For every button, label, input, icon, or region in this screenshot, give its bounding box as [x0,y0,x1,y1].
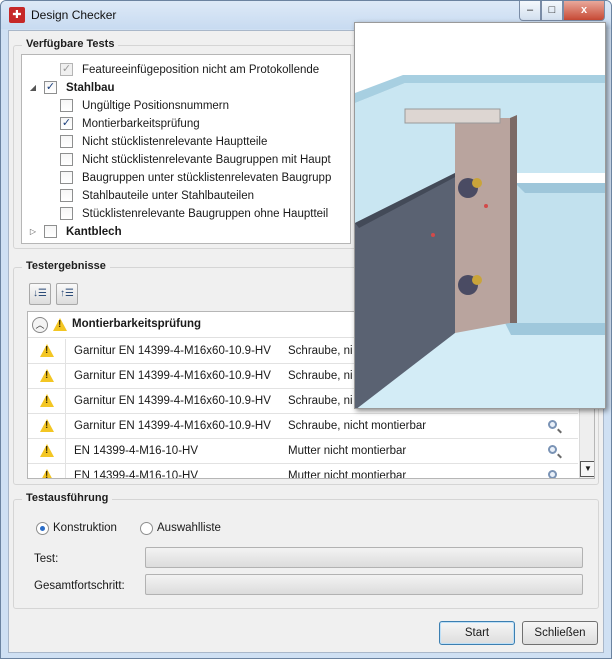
construction-radio[interactable] [36,522,49,535]
warning-icon [40,344,54,357]
3d-preview[interactable] [354,22,606,409]
tree-item-label: Ungültige Positionsnummern [82,100,230,112]
tree-checkbox[interactable] [60,135,73,148]
sort-ascending-button[interactable]: ↑☰ [56,283,78,305]
tree-checkbox[interactable]: ✓ [60,63,73,76]
selection-list-radio[interactable] [140,522,153,535]
tree-item-mountability-check[interactable]: ✓ Montierbarkeitsprüfung [22,115,342,133]
tree-item-non-bom-main-parts[interactable]: Nicht stücklistenrelevante Hauptteile [22,133,342,151]
construction-radio-label[interactable]: Konstruktion [53,522,117,534]
part-cell: Garnitur EN 14399-4-M16x60-10.9-HV [74,345,271,357]
warning-icon [40,444,54,457]
tree-item-bom-assemblies-without-main[interactable]: Stücklistenrelevante Baugruppen ohne Hau… [22,205,342,223]
row-icon-cell [28,439,66,463]
table-row[interactable]: EN 14399-4-M16-10-HV Mutter nicht montie… [28,439,578,464]
part-cell: Garnitur EN 14399-4-M16x60-10.9-HV [74,370,271,382]
tree-item-invalid-position-numbers[interactable]: Ungültige Positionsnummern [22,97,342,115]
warning-icon [40,394,54,407]
results-group-title: Montierbarkeitsprüfung [72,318,202,330]
tree-checkbox[interactable] [60,189,73,202]
total-progress-bar [145,574,583,595]
tree-item-kantblech[interactable]: ▷ Kantblech [22,223,342,241]
magnifier-icon[interactable] [548,445,557,454]
window-title: Design Checker [31,8,117,22]
expanded-arrow-icon[interactable]: ◢ [28,79,38,97]
tree-checkbox[interactable] [60,171,73,184]
design-checker-window: ✚ Design Checker – □ x Verfügbare Tests … [0,0,612,659]
row-icon-cell [28,339,66,363]
tree-checkbox[interactable]: ✓ [60,117,73,130]
maximize-button[interactable]: □ [541,1,563,21]
tree-item-label: Nicht stücklistenrelevante Hauptteile [82,136,268,148]
magnifier-icon[interactable] [548,470,557,478]
tree-item-label: Stahlbau [66,82,115,94]
message-cell: Mutter nicht montierbar [288,445,407,457]
zoom-cell[interactable] [540,414,570,438]
warning-icon [40,469,54,478]
message-cell: Schraube, nicht montierbar [288,420,427,432]
tree-checkbox[interactable] [60,153,73,166]
part-cell: Garnitur EN 14399-4-M16x60-10.9-HV [74,420,271,432]
magnifier-icon[interactable] [548,420,557,429]
tree-item-assemblies-under-bom[interactable]: Baugruppen unter stücklistenrelevaten Ba… [22,169,342,187]
part-cell: Garnitur EN 14399-4-M16x60-10.9-HV [74,395,271,407]
tree-item-label: Stahlbauteile unter Stahlbauteilen [82,190,254,202]
tree-item-feature-position[interactable]: ✓ Featureeinfügeposition nicht am Protok… [22,61,342,79]
table-row[interactable]: Garnitur EN 14399-4-M16x60-10.9-HV Schra… [28,414,578,439]
tree-item-label: Kantblech [66,226,122,238]
tree-checkbox[interactable] [60,207,73,220]
zoom-cell[interactable] [540,464,570,478]
sort-descending-button[interactable]: ↓☰ [29,283,51,305]
row-icon-cell [28,364,66,388]
tree-item-label: Featureeinfügeposition nicht am Protokol… [82,64,320,76]
test-execution-label: Testausführung [22,492,113,504]
zoom-cell[interactable] [540,439,570,463]
app-logo-icon: ✚ [9,7,25,23]
row-icon-cell [28,389,66,413]
warning-icon [53,318,67,331]
tree-item-label: Baugruppen unter stücklistenrelevaten Ba… [82,172,332,184]
row-icon-cell [28,464,66,478]
warning-icon [40,419,54,432]
part-cell: EN 14399-4-M16-10-HV [74,445,199,457]
tree-checkbox[interactable]: ✓ [44,81,57,94]
tree-item-stahlbau[interactable]: ◢ ✓ Stahlbau [22,79,342,97]
tree-checkbox[interactable] [44,225,57,238]
tree-item-non-bom-assemblies[interactable]: Nicht stücklistenrelevante Baugruppen mi… [22,151,342,169]
warning-icon [40,369,54,382]
tree-item-label: Nicht stücklistenrelevante Baugruppen mi… [82,154,331,166]
close-window-button[interactable]: x [563,1,605,21]
scroll-down-arrow-icon[interactable]: ▼ [580,461,594,477]
selection-list-radio-label[interactable]: Auswahlliste [157,522,221,534]
dialog-body: Verfügbare Tests ✓ Featureeinfügepositio… [8,22,606,653]
tree-checkbox[interactable] [60,99,73,112]
collapsed-arrow-icon[interactable]: ▷ [28,223,38,241]
message-cell: Mutter nicht montierbar [288,470,407,479]
steel-connection-render [355,23,605,408]
test-results-label: Testergebnisse [22,260,110,272]
total-progress-label: Gesamtfortschritt: [34,580,125,592]
minimize-button[interactable]: – [519,1,541,21]
row-icon-cell [28,414,66,438]
test-progress-label: Test: [34,553,59,565]
available-tests-label: Verfügbare Tests [22,38,119,50]
tree-item-label: Stücklistenrelevante Baugruppen ohne Hau… [82,208,329,220]
tests-tree[interactable]: ✓ Featureeinfügeposition nicht am Protok… [21,54,351,244]
table-row[interactable]: EN 14399-4-M16-10-HV Mutter nicht montie… [28,464,578,479]
start-button[interactable]: Start [439,621,515,645]
part-cell: EN 14399-4-M16-10-HV [74,470,199,479]
collapse-group-icon[interactable]: ︿ [32,317,48,333]
test-progress-bar [145,547,583,568]
tree-item-steel-under-steel[interactable]: Stahlbauteile unter Stahlbauteilen [22,187,342,205]
tree-item-label: Montierbarkeitsprüfung [82,118,200,130]
close-button[interactable]: Schließen [522,621,598,645]
